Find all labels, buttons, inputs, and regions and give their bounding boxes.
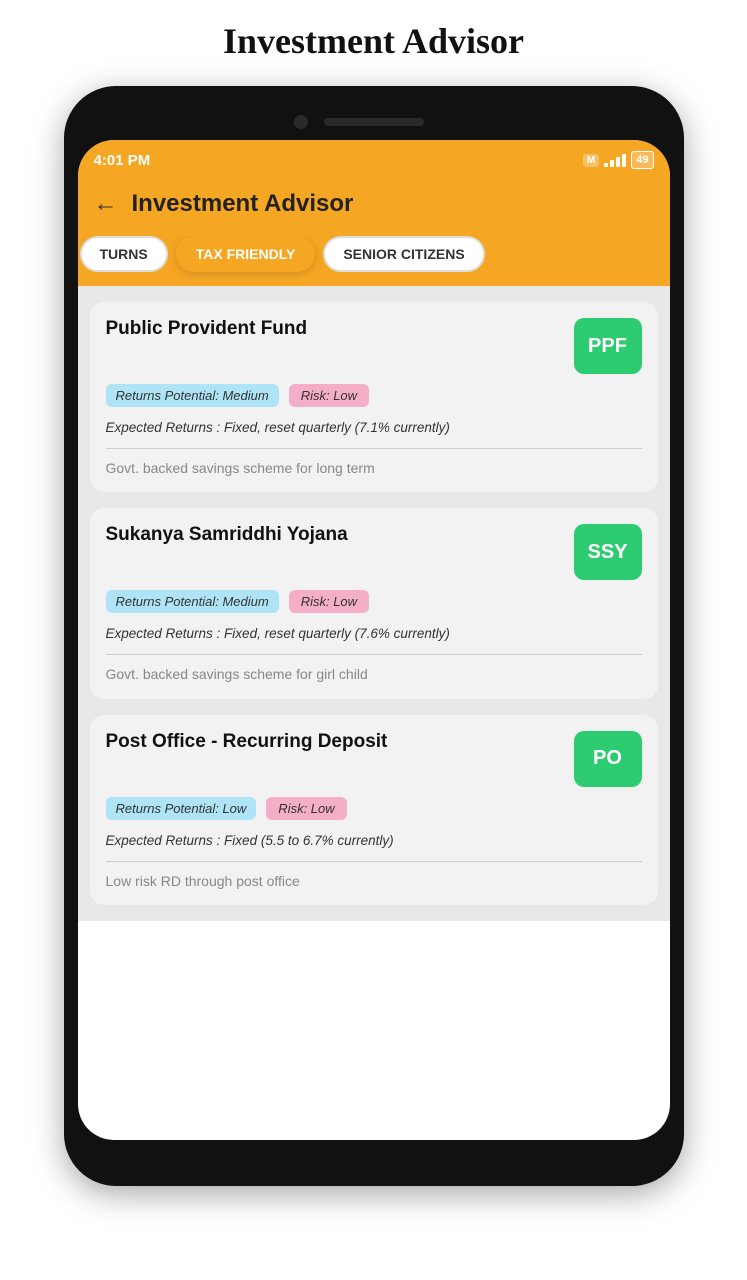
card-header-ppf: Public Provident Fund PPF <box>106 318 642 374</box>
battery-level: 49 <box>636 154 648 166</box>
divider-po <box>106 861 642 862</box>
tag-returns-po: Returns Potential: Low <box>106 797 257 820</box>
bar4 <box>622 154 626 167</box>
card-tags-ppf: Returns Potential: Medium Risk: Low <box>106 384 642 407</box>
badge-po: PO <box>574 731 642 787</box>
camera-icon <box>294 115 308 129</box>
tag-risk-ppf: Risk: Low <box>289 384 369 407</box>
card-ppf: Public Provident Fund PPF Returns Potent… <box>90 302 658 492</box>
returns-text-ppf: Expected Returns : Fixed, reset quarterl… <box>106 419 642 438</box>
tab-tax-friendly[interactable]: TAX FRIENDLY <box>176 236 316 272</box>
status-bar: 4:01 PM M 49 <box>78 140 670 178</box>
returns-text-po: Expected Returns : Fixed (5.5 to 6.7% cu… <box>106 832 642 851</box>
page-wrapper: Investment Advisor 4:01 PM M <box>0 0 747 1280</box>
tab-senior-citizens[interactable]: SENIOR CITIZENS <box>323 236 484 272</box>
card-header-ssy: Sukanya Samriddhi Yojana SSY <box>106 524 642 580</box>
bar1 <box>604 163 608 167</box>
signal-bars <box>604 153 626 167</box>
badge-ppf: PPF <box>574 318 642 374</box>
tab-bar: TURNS TAX FRIENDLY SENIOR CITIZENS <box>78 236 670 286</box>
badge-ssy: SSY <box>574 524 642 580</box>
tag-returns-ppf: Returns Potential: Medium <box>106 384 279 407</box>
tag-risk-po: Risk: Low <box>266 797 346 820</box>
content-area: Public Provident Fund PPF Returns Potent… <box>78 286 670 921</box>
network-icon: M <box>583 154 599 167</box>
bar2 <box>610 160 614 167</box>
card-tags-ssy: Returns Potential: Medium Risk: Low <box>106 590 642 613</box>
tag-returns-ssy: Returns Potential: Medium <box>106 590 279 613</box>
card-title-ssy: Sukanya Samriddhi Yojana <box>106 524 574 546</box>
header-title: Investment Advisor <box>132 190 354 218</box>
description-po: Low risk RD through post office <box>106 872 642 892</box>
card-title-ppf: Public Provident Fund <box>106 318 574 340</box>
bar3 <box>616 157 620 167</box>
app-header: ← Investment Advisor <box>78 178 670 236</box>
status-icons: M 49 <box>583 151 654 169</box>
phone-screen: 4:01 PM M 49 ← Investment <box>78 140 670 1140</box>
back-button[interactable]: ← <box>94 192 118 216</box>
tab-returns[interactable]: TURNS <box>80 236 168 272</box>
card-ssy: Sukanya Samriddhi Yojana SSY Returns Pot… <box>90 508 658 698</box>
speaker-icon <box>324 118 424 126</box>
divider-ppf <box>106 448 642 449</box>
returns-text-ssy: Expected Returns : Fixed, reset quarterl… <box>106 625 642 644</box>
tag-risk-ssy: Risk: Low <box>289 590 369 613</box>
status-time: 4:01 PM <box>94 152 151 169</box>
phone-notch <box>78 108 670 136</box>
card-tags-po: Returns Potential: Low Risk: Low <box>106 797 642 820</box>
card-po: Post Office - Recurring Deposit PO Retur… <box>90 715 658 905</box>
card-title-po: Post Office - Recurring Deposit <box>106 731 574 753</box>
battery-icon: 49 <box>631 151 653 169</box>
page-title: Investment Advisor <box>223 20 524 62</box>
phone-frame: 4:01 PM M 49 ← Investment <box>64 86 684 1186</box>
description-ppf: Govt. backed savings scheme for long ter… <box>106 459 642 479</box>
card-header-po: Post Office - Recurring Deposit PO <box>106 731 642 787</box>
divider-ssy <box>106 654 642 655</box>
description-ssy: Govt. backed savings scheme for girl chi… <box>106 665 642 685</box>
